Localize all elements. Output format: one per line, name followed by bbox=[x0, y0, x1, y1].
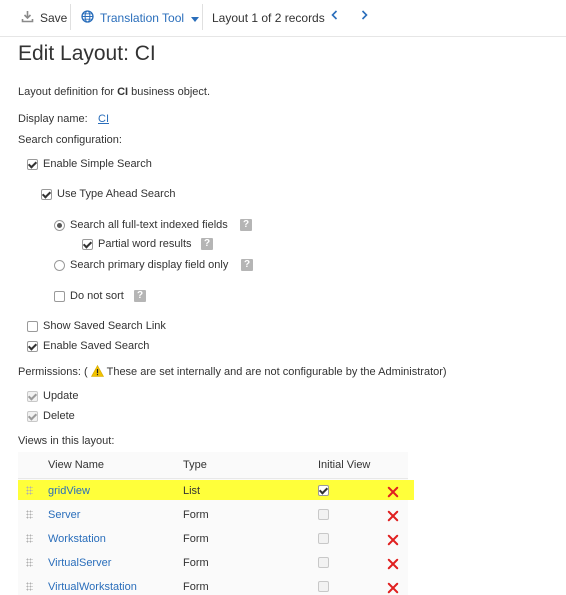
description-object: CI bbox=[117, 86, 129, 98]
delete-permission-checkbox bbox=[27, 411, 38, 422]
table-header-divider bbox=[18, 478, 408, 479]
type-ahead-search-label: Use Type Ahead Search bbox=[57, 188, 176, 200]
delete-icon[interactable] bbox=[387, 534, 399, 546]
drag-handle-icon[interactable] bbox=[26, 486, 33, 495]
view-type: Form bbox=[183, 509, 209, 521]
help-icon[interactable]: ? bbox=[201, 238, 213, 250]
search-all-fulltext-radio[interactable] bbox=[54, 220, 65, 231]
help-icon[interactable]: ? bbox=[134, 290, 146, 302]
page-title: Edit Layout: CI bbox=[18, 42, 156, 65]
enable-saved-search-label: Enable Saved Search bbox=[43, 340, 150, 352]
search-primary-radio[interactable] bbox=[54, 260, 65, 271]
view-type: Form bbox=[183, 533, 209, 545]
help-icon[interactable]: ? bbox=[241, 259, 253, 271]
enable-saved-search-checkbox[interactable] bbox=[27, 341, 38, 352]
permissions-label: Permissions: ( These are set internally … bbox=[18, 364, 447, 380]
save-icon bbox=[21, 10, 34, 26]
globe-icon bbox=[81, 10, 94, 26]
warning-icon bbox=[90, 364, 104, 380]
view-name-link[interactable]: VirtualWorkstation bbox=[48, 581, 137, 593]
layout-description: Layout definition for CI business object… bbox=[18, 86, 210, 98]
views-table bbox=[18, 452, 408, 595]
save-label: Save bbox=[40, 11, 68, 25]
do-not-sort-label: Do not sort bbox=[70, 290, 124, 302]
permissions-note: These are set internally and are not con… bbox=[103, 366, 447, 378]
record-info: Layout 1 of 2 records bbox=[212, 9, 325, 27]
column-header-type: Type bbox=[183, 459, 207, 471]
view-type: Form bbox=[183, 581, 209, 593]
delete-permission-label: Delete bbox=[43, 410, 75, 422]
description-suffix: business object. bbox=[128, 86, 211, 98]
drag-handle-icon[interactable] bbox=[26, 558, 33, 567]
delete-icon[interactable] bbox=[387, 582, 399, 594]
enable-simple-search-checkbox[interactable] bbox=[27, 159, 38, 170]
show-saved-search-link-checkbox[interactable] bbox=[27, 321, 38, 332]
initial-view-checkbox[interactable] bbox=[318, 557, 329, 568]
translation-tool-button[interactable]: Translation Tool bbox=[81, 9, 200, 27]
view-name-link[interactable]: Workstation bbox=[48, 533, 106, 545]
drag-handle-icon[interactable] bbox=[26, 582, 33, 591]
update-permission-label: Update bbox=[43, 390, 79, 402]
view-name-link[interactable]: VirtualServer bbox=[48, 557, 111, 569]
enable-simple-search-label: Enable Simple Search bbox=[43, 158, 152, 170]
initial-view-checkbox[interactable] bbox=[318, 485, 329, 496]
partial-word-label: Partial word results bbox=[98, 238, 192, 250]
view-type: Form bbox=[183, 557, 209, 569]
toolbar: Save Translation Tool Layout 1 of 2 reco… bbox=[0, 0, 566, 36]
drag-handle-icon[interactable] bbox=[26, 534, 33, 543]
search-config-label: Search configuration: bbox=[18, 134, 122, 146]
view-type: List bbox=[183, 485, 201, 497]
drag-handle-icon[interactable] bbox=[26, 510, 33, 519]
initial-view-checkbox[interactable] bbox=[318, 581, 329, 592]
save-button[interactable]: Save bbox=[21, 9, 67, 27]
delete-icon[interactable] bbox=[387, 486, 399, 498]
display-name-label: Display name: bbox=[18, 113, 88, 125]
permissions-prefix: Permissions: ( bbox=[18, 366, 88, 378]
delete-icon[interactable] bbox=[387, 510, 399, 522]
record-info-text: Layout 1 of 2 records bbox=[212, 11, 325, 25]
column-header-view-name: View Name bbox=[48, 459, 105, 471]
description-prefix: Layout definition for bbox=[18, 86, 118, 98]
next-record-icon[interactable] bbox=[361, 9, 368, 23]
caret-down-icon bbox=[191, 11, 200, 25]
view-name-link[interactable]: gridView bbox=[48, 485, 90, 497]
initial-view-checkbox[interactable] bbox=[318, 509, 329, 520]
previous-record-icon[interactable] bbox=[331, 9, 338, 23]
update-permission-checkbox bbox=[27, 391, 38, 402]
toolbar-divider-line bbox=[0, 36, 566, 37]
show-saved-search-link-label: Show Saved Search Link bbox=[43, 320, 166, 332]
delete-icon[interactable] bbox=[387, 558, 399, 570]
type-ahead-search-checkbox[interactable] bbox=[41, 189, 52, 200]
display-name-value[interactable]: CI bbox=[98, 113, 109, 125]
do-not-sort-checkbox[interactable] bbox=[54, 291, 65, 302]
partial-word-checkbox[interactable] bbox=[82, 239, 93, 250]
search-all-fulltext-label: Search all full-text indexed fields bbox=[70, 219, 228, 231]
views-label: Views in this layout: bbox=[18, 435, 115, 447]
search-primary-label: Search primary display field only bbox=[70, 259, 229, 271]
toolbar-divider bbox=[70, 4, 71, 30]
help-icon[interactable]: ? bbox=[240, 219, 252, 231]
toolbar-divider bbox=[202, 4, 203, 30]
initial-view-checkbox[interactable] bbox=[318, 533, 329, 544]
column-header-initial-view: Initial View bbox=[318, 459, 371, 471]
view-name-link[interactable]: Server bbox=[48, 509, 80, 521]
translation-tool-label: Translation Tool bbox=[100, 11, 185, 25]
